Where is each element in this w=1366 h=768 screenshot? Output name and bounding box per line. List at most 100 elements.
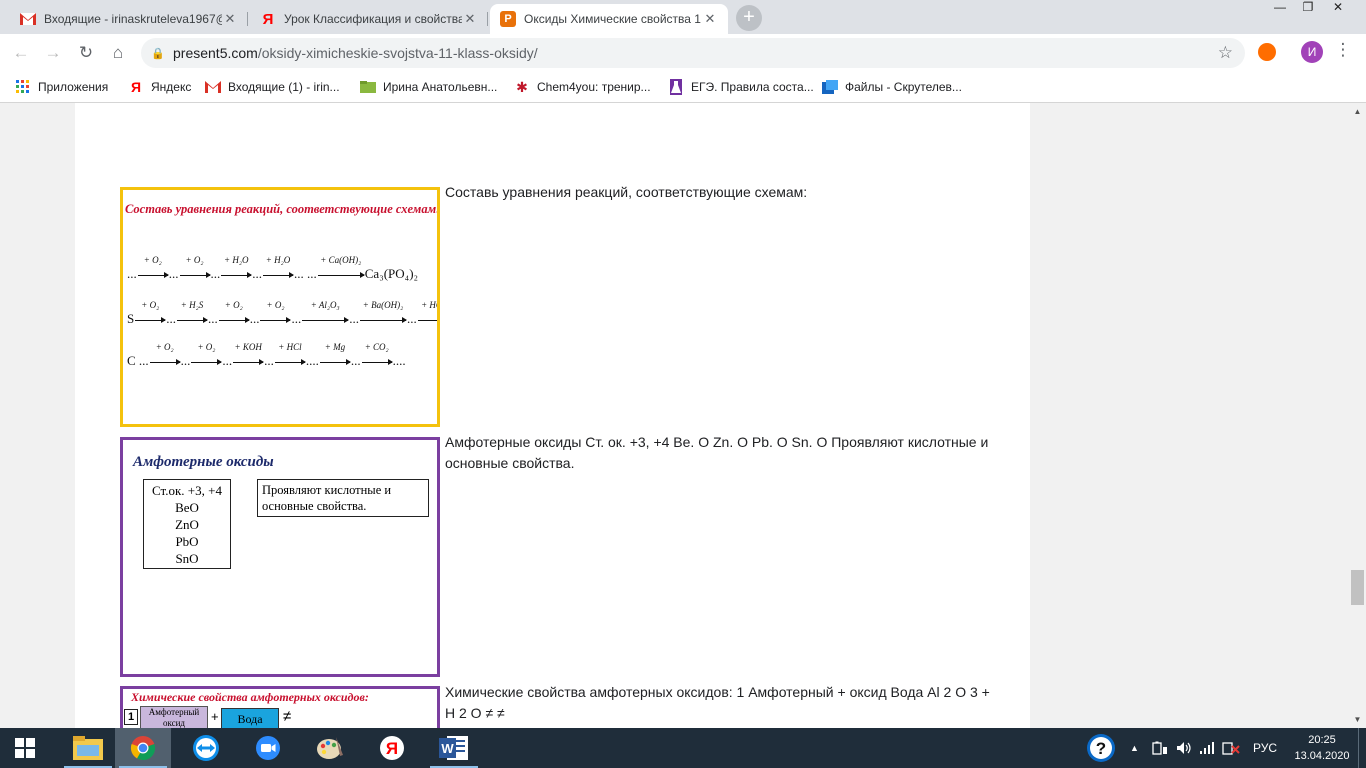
scheme-product: ... [166,311,176,326]
reagent-label: + O₂ [155,342,174,352]
scheme-product: ... ... [294,266,317,281]
yandex-icon: Я [262,10,274,28]
bookmark-irina[interactable]: Ирина Анатольевн... [360,78,497,96]
tray-expand-icon[interactable]: ▲ [1130,728,1139,768]
bookmark-gmail[interactable]: Входящие (1) - irin... [205,78,340,96]
tab-yandex[interactable]: Я Урок Классификация и свойства ✕ [250,4,488,34]
bookmark-ege[interactable]: ЕГЭ. Правила соста... [668,78,814,96]
scheme-product: ... [291,311,302,326]
svg-text:Я: Я [386,739,398,758]
slide-2-image[interactable]: Амфотерные оксиды Ст.ок. +3, +4 BeO ZnO … [120,437,440,677]
page-scrollbar[interactable]: ▲ ▼ [1349,103,1366,728]
bookmark-label: ЕГЭ. Правила соста... [691,80,814,94]
taskbar-teamviewer[interactable] [178,728,234,768]
reagent-label: + Mg [324,342,346,352]
oxide-item: ZnO [175,517,199,532]
reagent-label: + HCl [421,300,437,310]
taskbar-paint[interactable] [302,728,358,768]
bookmarks-bar: Приложения Я Яндекс Входящие (1) - irin.… [0,72,1366,103]
reaction-arrow: + O₂ [218,300,250,327]
show-desktop-button[interactable] [1358,728,1366,768]
taskbar-word[interactable]: W [426,728,482,768]
scheme-product: ... [406,311,417,326]
taskbar-file-explorer[interactable] [60,728,116,768]
reaction-arrow: + O₂ [191,342,223,369]
network-signal-icon[interactable] [1199,728,1215,768]
window-close-icon[interactable]: ✕ [1324,0,1352,18]
language-indicator[interactable]: РУС [1253,728,1277,768]
scheme-product: ... [249,311,260,326]
menu-icon[interactable]: ⋮ [1333,40,1353,60]
scheme-product: ... [180,353,191,368]
not-equal-sign: ≠ [283,708,292,725]
scheme-product: .... [392,353,406,368]
scheme-product: ... [210,266,221,281]
bookmark-files[interactable]: Файлы - Скрутелев... [822,78,962,96]
slide-title: Химические свойства амфотерных оксидов: [131,690,369,704]
row-number: 1 [124,709,138,725]
restore-icon[interactable]: ❐ [1294,0,1322,18]
scheme-product: ... [252,266,262,281]
yandex-icon: Я [380,736,404,760]
minimize-icon[interactable]: — [1266,0,1294,18]
slide-1-image[interactable]: Составь уравнения реакций, соответствующ… [120,187,440,427]
reaction-arrow: + O₂ [179,255,211,282]
oxidation-state: Ст.ок. +3, +4 [152,483,222,498]
reaction-scheme-3: C ... + O₂... + O₂... + KOH... + HCl.... + Mg… [127,342,406,369]
bookmark-chem4you[interactable]: ✱ Chem4you: тренир... [514,78,651,96]
bookmark-label: Chem4you: тренир... [537,80,651,94]
network-off-icon[interactable] [1222,728,1240,768]
tab-gmail[interactable]: Входящие - irinaskruteleva1967@ ✕ [10,4,248,34]
reaction-arrow: + O₂ [137,255,169,282]
slide-title: Составь уравнения реакций, соответствующ… [125,202,440,216]
back-icon[interactable]: ← [8,40,34,66]
gmail-icon [205,79,221,95]
bookmark-label: Приложения [38,80,109,94]
reload-icon[interactable]: ↻ [73,40,99,66]
close-icon[interactable]: ✕ [462,11,478,27]
taskbar-yandex-browser[interactable]: Я [364,728,420,768]
scroll-up-icon[interactable]: ▲ [1349,103,1366,120]
reaction-scheme-2: S + O₂... + H₂S... + O₂... + O₂... + Al₂O₃...… [127,300,437,327]
bookmark-yandex[interactable]: Я Яндекс [128,78,191,96]
word-icon: W [439,736,468,760]
profile-avatar[interactable]: И [1301,41,1323,63]
reagent-label: + O₂ [266,300,285,310]
forward-icon[interactable]: → [40,40,66,66]
scheme-product: ... [350,353,361,368]
scheme-start: S [127,311,135,326]
bookmark-star-icon[interactable]: ☆ [1218,43,1233,63]
battery-icon[interactable] [1152,728,1168,768]
flask-icon [668,79,684,95]
reaction-arrow: + Al₂O₃ [302,300,350,327]
svg-text:W: W [441,741,454,756]
extension-icon[interactable] [1258,43,1276,61]
new-tab-button[interactable]: + [736,5,762,31]
scheme-product: ... [222,353,233,368]
scrollbar-thumb[interactable] [1351,570,1364,605]
gmail-icon [20,11,36,27]
bookmark-apps[interactable]: Приложения [15,78,108,96]
tab-present5[interactable]: P Оксиды Химические свойства 1 ✕ [490,4,728,34]
scheme-product: ... [207,311,218,326]
close-icon[interactable]: ✕ [702,11,718,27]
address-bar[interactable]: 🔒 present5.com/oksidy-ximicheskie-svojst… [141,38,1245,68]
taskbar-chrome[interactable] [115,728,171,768]
slide-title: Амфотерные оксиды [133,454,274,470]
slide-3-image[interactable]: Химические свойства амфотерных оксидов: … [120,686,440,728]
clock-date: 13.04.2020 [1294,750,1350,762]
reaction-arrow: + H₂O [221,255,253,282]
chrome-icon [130,736,156,761]
volume-icon[interactable] [1176,728,1192,768]
taskbar-zoom[interactable] [240,728,296,768]
clock[interactable]: 20:25 13.04.2020 [1290,732,1354,764]
scroll-down-icon[interactable]: ▼ [1349,711,1366,728]
home-icon[interactable]: ⌂ [105,40,131,66]
tab-title: Входящие - irinaskruteleva1967@ [44,12,222,26]
reaction-arrow: + O₂ [149,342,181,369]
address-url: present5.com/oksidy-ximicheskie-svojstva… [173,45,538,61]
scheme-product: Ca₃(PO₄)₂ [364,266,419,281]
help-icon[interactable]: ? [1086,728,1116,768]
start-button[interactable] [0,728,50,768]
close-icon[interactable]: ✕ [222,11,238,27]
